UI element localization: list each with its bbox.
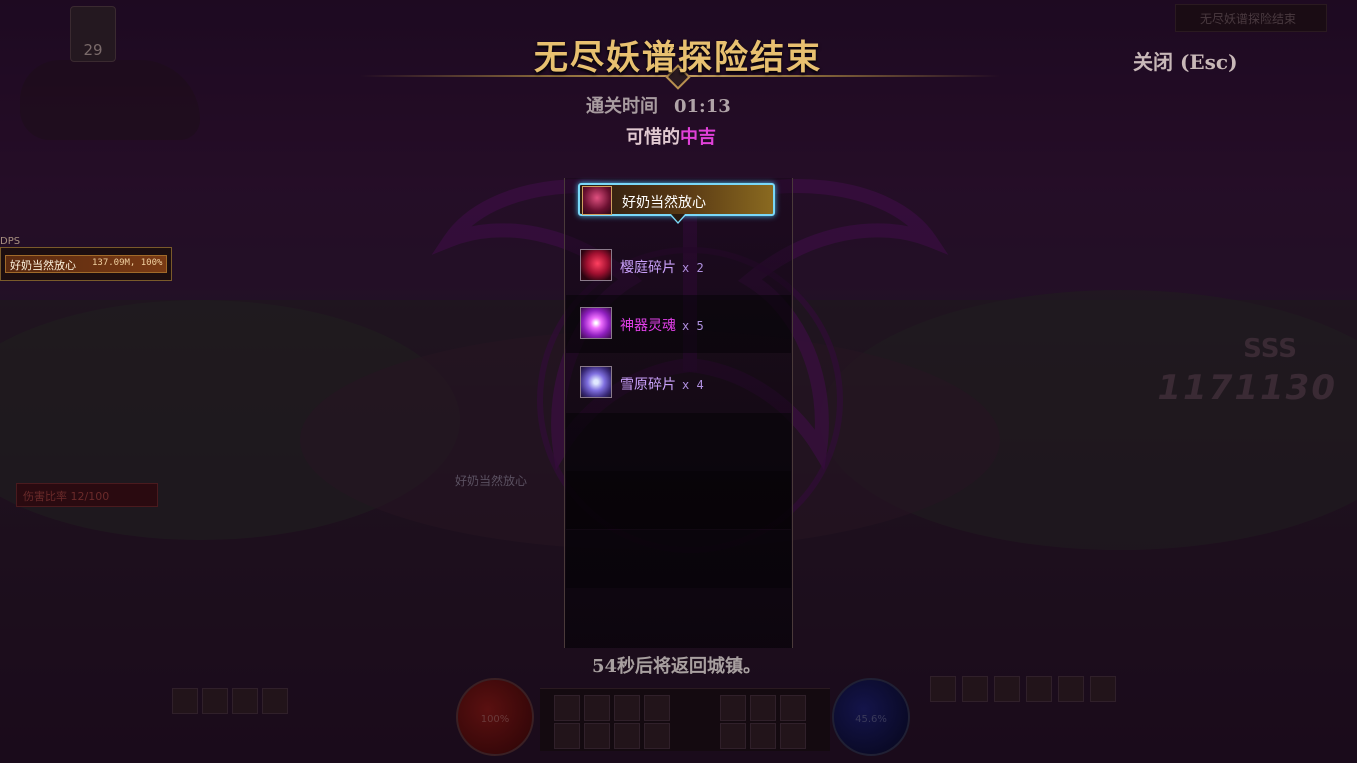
nameplate-text: 好奶当然放心 <box>454 474 527 488</box>
combo-rank: SSS <box>1243 334 1297 364</box>
reward-qty: x 5 <box>682 319 704 333</box>
return-countdown: 54秒后将返回城镇。 <box>592 656 762 677</box>
empty-reward-row <box>566 471 791 529</box>
skill-slot[interactable] <box>750 723 776 749</box>
reward-item: 神器灵魂 x 5 <box>620 315 704 335</box>
dps-value: 137.09M, 100% <box>92 258 163 268</box>
player-name: 好奶当然放心 <box>622 195 706 211</box>
reward-item: 樱庭碎片 x 2 <box>620 257 704 277</box>
result-title: 无尽妖谱探险结束 <box>534 38 822 78</box>
sakura-fragment-icon[interactable] <box>580 249 612 281</box>
dungeon-name-tab[interactable]: 无尽妖谱探险结束 <box>1175 4 1327 32</box>
system-menu-bar <box>930 676 1120 702</box>
skill-bar <box>540 688 830 751</box>
skill-slot[interactable] <box>614 723 640 749</box>
damage-ratio-text: 伤害比率 12/100 <box>23 490 110 503</box>
skill-slot[interactable] <box>644 695 670 721</box>
level-badge: 29 <box>70 6 116 62</box>
fortune-prefix: 可惜的 <box>626 127 680 148</box>
skill-slot[interactable] <box>554 695 580 721</box>
dps-bar: 好奶当然放心 137.09M, 100% <box>5 255 167 273</box>
reward-panel: 樱庭碎片 x 2 神器灵魂 x 5 雪原碎片 x 4 <box>564 178 793 648</box>
quick-slot[interactable] <box>172 688 198 714</box>
skill-slot[interactable] <box>644 723 670 749</box>
dungeon-name-text: 无尽妖谱探险结束 <box>1200 12 1297 26</box>
reward-name: 樱庭碎片 <box>620 260 676 276</box>
reward-item: 雪原碎片 x 4 <box>620 374 704 394</box>
hp-orb: 100% <box>456 678 534 756</box>
skill-slot[interactable] <box>584 695 610 721</box>
empty-reward-row <box>566 530 791 588</box>
mp-text: 45.6% <box>855 714 887 725</box>
fortune-result: 可惜的中吉 <box>626 123 716 149</box>
level-text: 29 <box>83 41 103 59</box>
reward-name: 神器灵魂 <box>620 318 676 334</box>
clear-time: 通关时间 01:13 <box>586 92 731 118</box>
quick-item-bar <box>172 688 312 718</box>
snowfield-fragment-icon[interactable] <box>580 366 612 398</box>
fortune-rank: 中吉 <box>680 127 716 148</box>
reward-row: 神器灵魂 x 5 <box>566 295 791 353</box>
dps-meter: 好奶当然放心 137.09M, 100% <box>0 247 172 281</box>
player-avatar <box>582 186 612 215</box>
skill-slot[interactable] <box>584 723 610 749</box>
skill-slot[interactable] <box>614 695 640 721</box>
empty-reward-row <box>566 413 791 471</box>
menu-button[interactable] <box>994 676 1020 702</box>
skill-slot[interactable] <box>780 723 806 749</box>
card-pointer-inner <box>671 214 685 222</box>
skill-slot[interactable] <box>780 695 806 721</box>
quick-slot[interactable] <box>232 688 258 714</box>
artifact-soul-icon[interactable] <box>580 307 612 339</box>
reward-row: 樱庭碎片 x 2 <box>566 237 791 295</box>
damage-ratio-box: 伤害比率 12/100 <box>16 483 158 507</box>
menu-button[interactable] <box>930 676 956 702</box>
dps-label: DPS <box>0 236 21 247</box>
skill-slot[interactable] <box>554 723 580 749</box>
skill-slot[interactable] <box>750 695 776 721</box>
clear-time-label: 通关时间 <box>586 96 658 117</box>
quick-slot[interactable] <box>262 688 288 714</box>
dps-player-name: 好奶当然放心 <box>10 259 76 272</box>
reward-name: 雪原碎片 <box>620 377 676 393</box>
menu-button[interactable] <box>1090 676 1116 702</box>
player-nameplate: 好奶当然放心 <box>436 474 546 488</box>
reward-row: 雪原碎片 x 4 <box>566 354 791 412</box>
mp-orb: 45.6% <box>832 678 910 756</box>
clear-time-value: 01:13 <box>674 96 731 117</box>
menu-button[interactable] <box>962 676 988 702</box>
hp-text: 100% <box>480 714 510 725</box>
menu-button[interactable] <box>1058 676 1084 702</box>
reward-qty: x 4 <box>682 378 704 392</box>
skill-slot[interactable] <box>720 723 746 749</box>
quick-slot[interactable] <box>202 688 228 714</box>
combo-score: 1171130 <box>1157 368 1337 408</box>
menu-button[interactable] <box>1026 676 1052 702</box>
skill-slot[interactable] <box>720 695 746 721</box>
reward-qty: x 2 <box>682 261 704 275</box>
close-button[interactable]: 关闭 (Esc) <box>1133 46 1238 75</box>
player-card[interactable]: 好奶当然放心 <box>578 183 775 216</box>
